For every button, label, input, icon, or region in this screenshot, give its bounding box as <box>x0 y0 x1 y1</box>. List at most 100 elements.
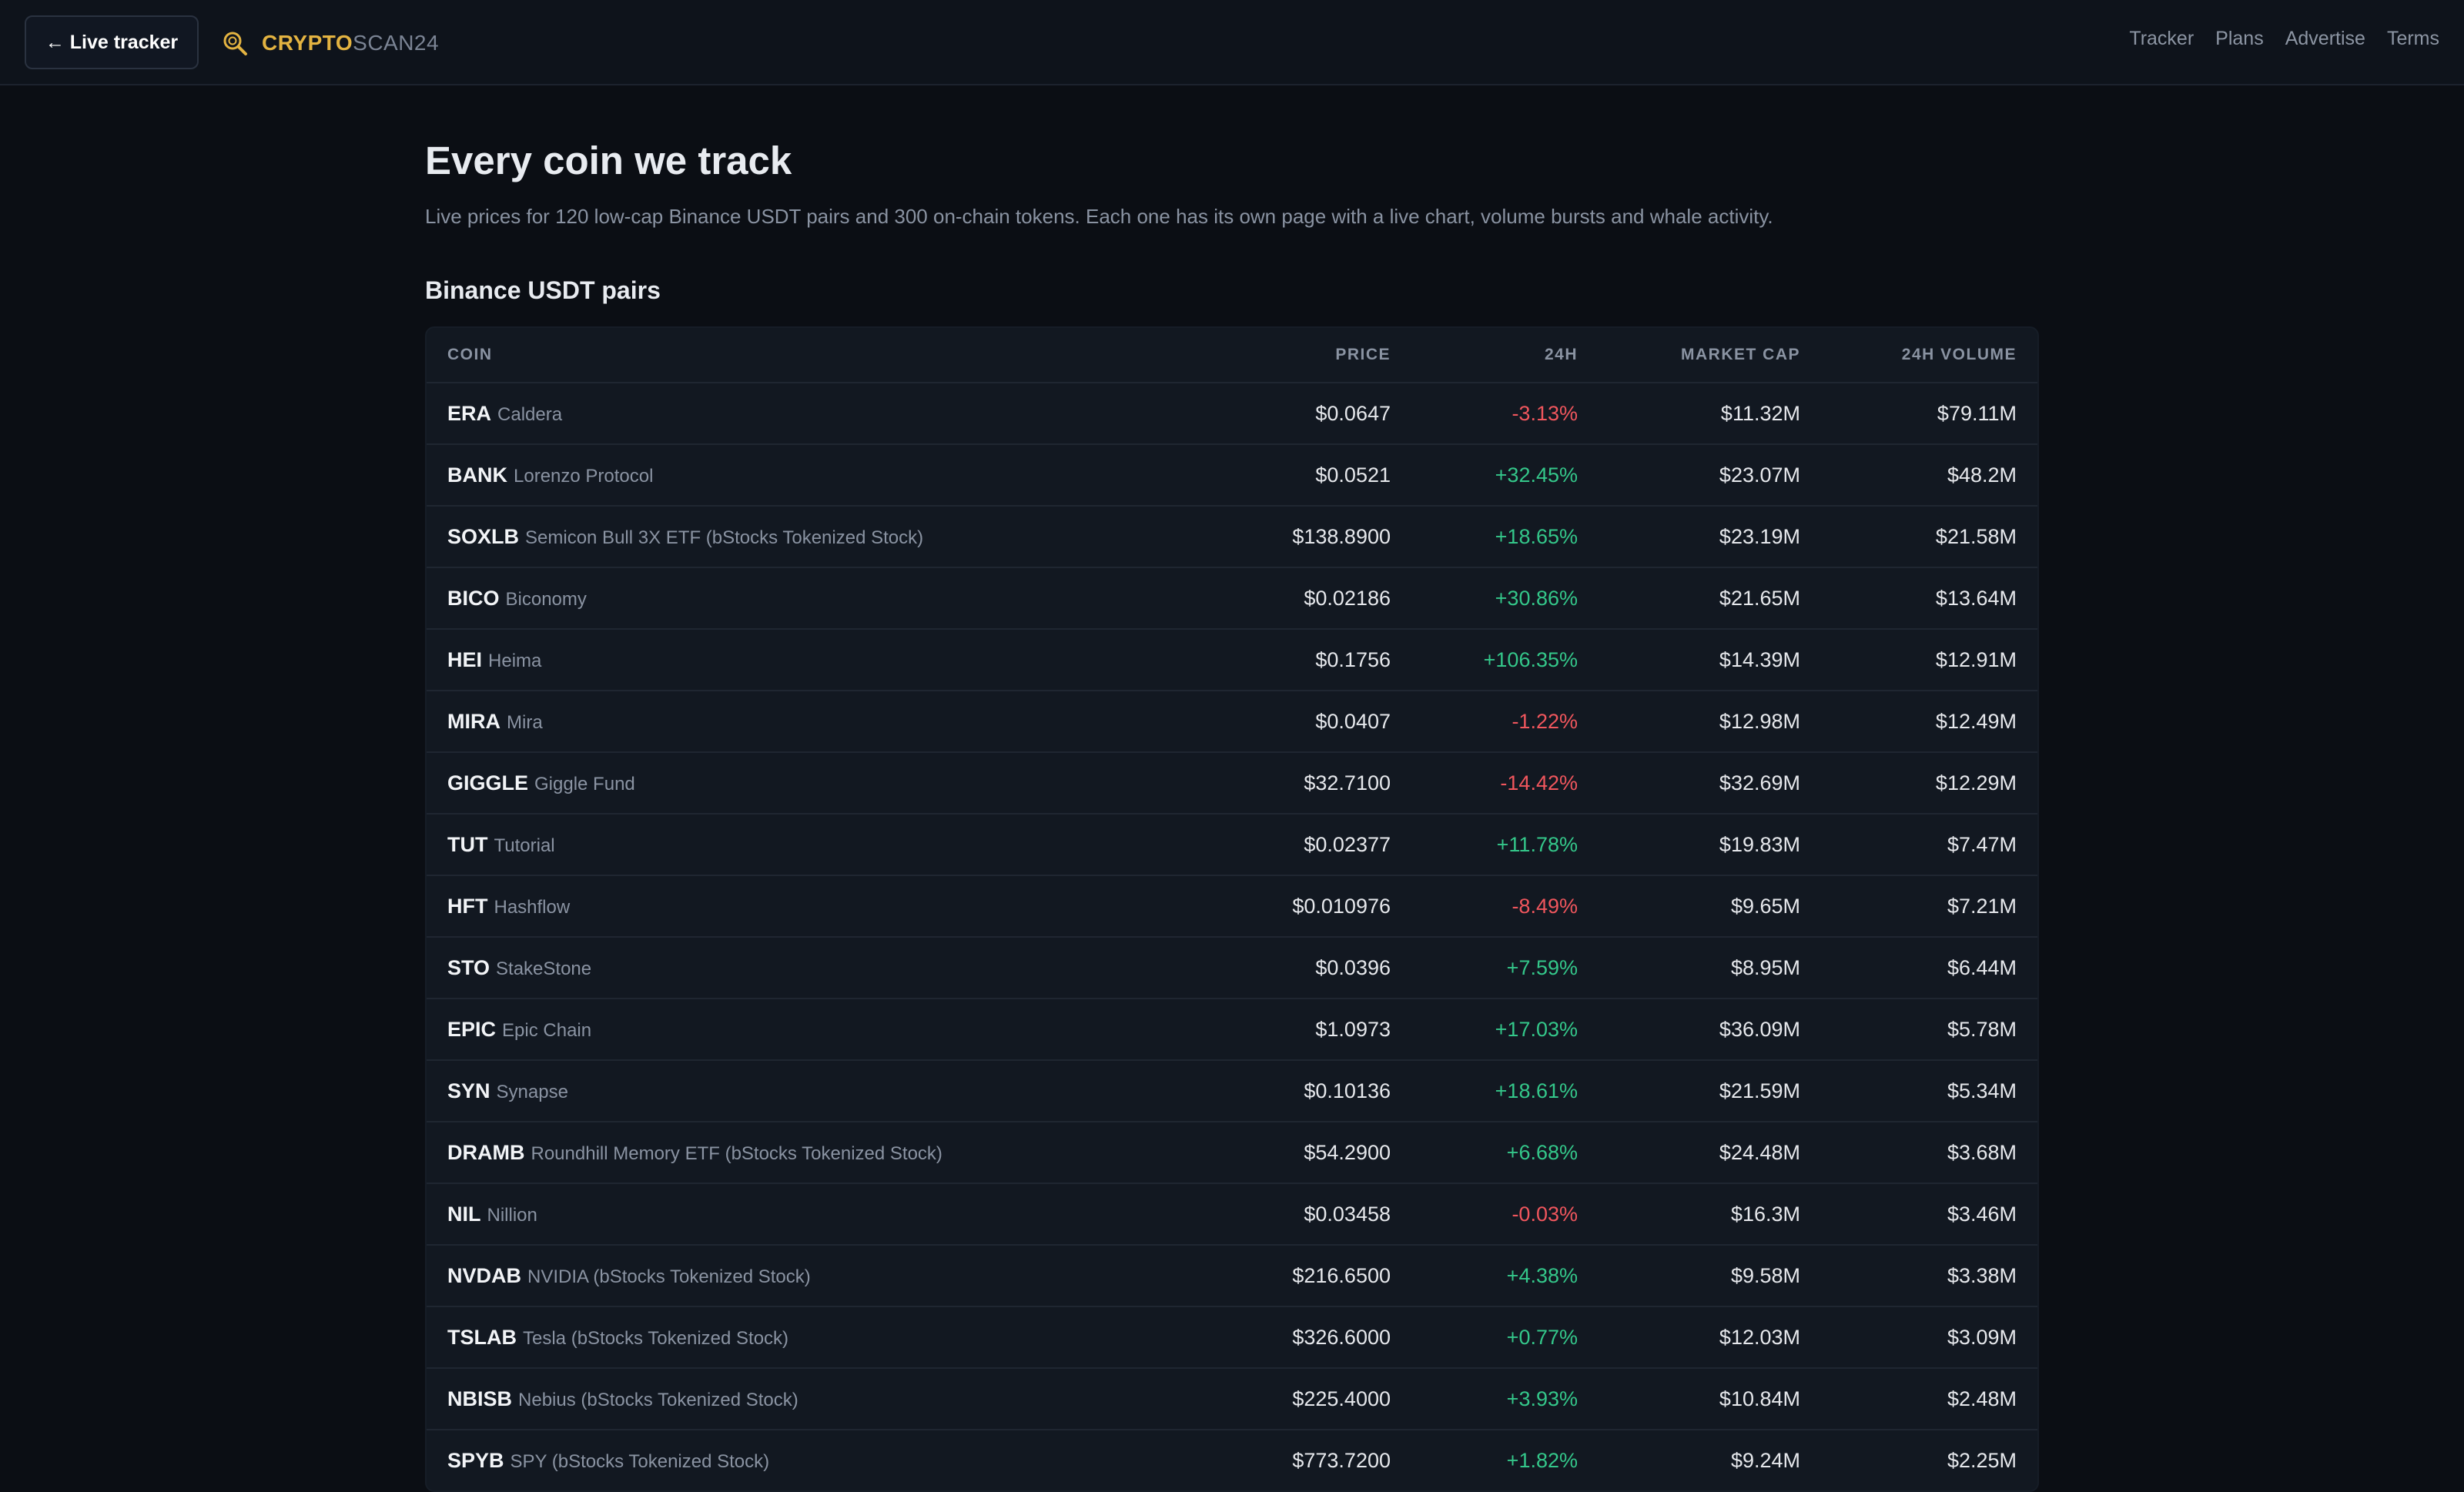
market-cap-cell: $11.32M <box>1720 401 1800 425</box>
coin-symbol: SPYB <box>447 1448 504 1472</box>
coin-cell: TUT Tutorial <box>447 833 1190 857</box>
table-row[interactable]: BICO Biconomy $0.02186 +30.86% $21.65M $13.64… <box>427 567 2037 628</box>
volume-24h-cell: $2.25M <box>1947 1448 2017 1472</box>
volume-24h-cell: $79.11M <box>1937 401 2017 425</box>
coin-symbol: BANK <box>447 463 507 487</box>
column-header-price[interactable]: PRICE <box>1190 346 1391 364</box>
change-24h-cell: -3.13% <box>1512 401 1578 425</box>
nav-link-advertise[interactable]: Advertise <box>2285 28 2365 50</box>
change-24h-cell: -14.42% <box>1500 771 1578 795</box>
table-row[interactable]: ERA Caldera $0.0647 -3.13% $11.32M $79.11M <box>427 382 2037 443</box>
coin-symbol: EPIC <box>447 1017 497 1041</box>
market-cap-cell: $14.39M <box>1719 647 1800 671</box>
volume-24h-cell: $7.21M <box>1947 894 2017 918</box>
change-24h-cell: +7.59% <box>1506 955 1578 979</box>
market-cap-cell: $12.03M <box>1719 1325 1800 1349</box>
nav-link-tracker[interactable]: Tracker <box>2129 28 2194 50</box>
coin-cell: TSLAB Tesla (bStocks Tokenized Stock) <box>447 1326 1190 1350</box>
coin-cell: ERA Caldera <box>447 402 1190 426</box>
table-row[interactable]: NIL Nillion $0.03458 -0.03% $16.3M $3.46M <box>427 1183 2037 1244</box>
change-24h-cell: +1.82% <box>1506 1448 1578 1472</box>
change-24h-cell: +106.35% <box>1483 647 1578 671</box>
price-cell: $773.7200 <box>1292 1448 1391 1472</box>
top-bar: ← Live tracker CRYPTOSCAN24 Tracker Plan… <box>0 0 2464 85</box>
market-cap-cell: $32.69M <box>1719 771 1800 795</box>
price-cell: $1.0973 <box>1315 1017 1391 1041</box>
change-24h-cell: +18.65% <box>1495 524 1578 548</box>
coin-name: Lorenzo Protocol <box>514 465 654 487</box>
table-row[interactable]: SYN Synapse $0.10136 +18.61% $21.59M $5.34M <box>427 1059 2037 1121</box>
nav-link-plans[interactable]: Plans <box>2215 28 2264 50</box>
table-row[interactable]: STO StakeStone $0.0396 +7.59% $8.95M $6.44M <box>427 936 2037 998</box>
coin-cell: SPYB SPY (bStocks Tokenized Stock) <box>447 1449 1190 1473</box>
table-row[interactable]: HFT Hashflow $0.010976 -8.49% $9.65M $7.21M <box>427 875 2037 936</box>
nav-link-terms[interactable]: Terms <box>2387 28 2439 50</box>
table-row[interactable]: DRAMB Roundhill Memory ETF (bStocks Token… <box>427 1121 2037 1183</box>
table-row[interactable]: NVDAB NVIDIA (bStocks Tokenized Stock) $21… <box>427 1244 2037 1306</box>
table-row[interactable]: MIRA Mira $0.0407 -1.22% $12.98M $12.49M <box>427 690 2037 751</box>
coin-name: Hashflow <box>494 896 571 918</box>
coin-symbol: DRAMB <box>447 1140 525 1164</box>
back-button-label: ← Live tracker <box>45 31 179 53</box>
change-24h-cell: +3.93% <box>1506 1387 1578 1410</box>
live-tracker-back-button[interactable]: ← Live tracker <box>25 15 199 69</box>
coin-name: Mira <box>507 711 543 733</box>
market-cap-cell: $23.07M <box>1719 463 1800 487</box>
table-row[interactable]: EPIC Epic Chain $1.0973 +17.03% $36.09M $5.78… <box>427 998 2037 1059</box>
volume-24h-cell: $12.29M <box>1935 771 2017 795</box>
coins-table: COIN PRICE 24H MARKET CAP 24H VOLUME ERA… <box>425 326 2039 1492</box>
table-body: ERA Caldera $0.0647 -3.13% $11.32M $79.11M BAN… <box>427 382 2037 1490</box>
column-header-24h[interactable]: 24H <box>1391 346 1578 364</box>
price-cell: $0.0521 <box>1315 463 1391 487</box>
table-row[interactable]: BANK Lorenzo Protocol $0.0521 +32.45% $23.07… <box>427 443 2037 505</box>
coin-name: Caldera <box>497 403 563 425</box>
coin-name: Synapse <box>496 1081 568 1102</box>
price-cell: $0.0647 <box>1315 401 1391 425</box>
brand-name-light: SCAN24 <box>353 31 440 55</box>
coin-name: Tutorial <box>494 835 555 856</box>
price-cell: $54.2900 <box>1304 1140 1391 1164</box>
table-row[interactable]: SOXLB Semicon Bull 3X ETF (bStocks Tokeni… <box>427 505 2037 567</box>
volume-24h-cell: $3.46M <box>1947 1202 2017 1226</box>
market-cap-cell: $9.24M <box>1730 1448 1800 1472</box>
market-cap-cell: $10.84M <box>1719 1387 1800 1410</box>
price-cell: $138.8900 <box>1292 524 1391 548</box>
market-cap-cell: $9.65M <box>1730 894 1800 918</box>
change-24h-cell: -1.22% <box>1512 709 1578 733</box>
column-header-market-cap[interactable]: MARKET CAP <box>1578 346 1800 364</box>
price-cell: $326.6000 <box>1292 1325 1391 1349</box>
volume-24h-cell: $12.91M <box>1935 647 2017 671</box>
coin-cell: DRAMB Roundhill Memory ETF (bStocks Token… <box>447 1141 1190 1165</box>
market-cap-cell: $16.3M <box>1730 1202 1800 1226</box>
price-cell: $0.02186 <box>1304 586 1391 610</box>
coin-symbol: MIRA <box>447 709 500 733</box>
change-24h-cell: -8.49% <box>1512 894 1578 918</box>
brand-logo[interactable]: CRYPTOSCAN24 <box>222 28 439 59</box>
table-row[interactable]: NBISB Nebius (bStocks Tokenized Stock) $22… <box>427 1367 2037 1429</box>
table-row[interactable]: TSLAB Tesla (bStocks Tokenized Stock) $326… <box>427 1306 2037 1367</box>
volume-24h-cell: $48.2M <box>1947 463 2017 487</box>
table-row[interactable]: SPYB SPY (bStocks Tokenized Stock) $773.72… <box>427 1429 2037 1490</box>
price-cell: $0.0396 <box>1315 955 1391 979</box>
coin-symbol: GIGGLE <box>447 771 529 795</box>
coin-name: NVIDIA (bStocks Tokenized Stock) <box>527 1266 811 1287</box>
table-row[interactable]: HEI Heima $0.1756 +106.35% $14.39M $12.91M <box>427 628 2037 690</box>
price-cell: $0.10136 <box>1304 1079 1391 1102</box>
main-content: Every coin we track Live prices for 120 … <box>425 85 2039 1492</box>
column-header-coin[interactable]: COIN <box>447 346 1190 364</box>
table-row[interactable]: TUT Tutorial $0.02377 +11.78% $19.83M $7.47M <box>427 813 2037 875</box>
column-header-24h-volume[interactable]: 24H VOLUME <box>1800 346 2017 364</box>
price-cell: $0.0407 <box>1315 709 1391 733</box>
market-cap-cell: $21.65M <box>1719 586 1800 610</box>
coin-cell: BANK Lorenzo Protocol <box>447 463 1190 487</box>
coin-cell: STO StakeStone <box>447 956 1190 980</box>
change-24h-cell: +4.38% <box>1506 1263 1578 1287</box>
market-cap-cell: $9.58M <box>1730 1263 1800 1287</box>
table-row[interactable]: GIGGLE Giggle Fund $32.7100 -14.42% $32.69M $… <box>427 751 2037 813</box>
volume-24h-cell: $3.68M <box>1947 1140 2017 1164</box>
market-cap-cell: $21.59M <box>1719 1079 1800 1102</box>
brand-name: CRYPTOSCAN24 <box>262 31 439 55</box>
table-header-row: COIN PRICE 24H MARKET CAP 24H VOLUME <box>427 328 2037 382</box>
coin-symbol: HEI <box>447 647 483 671</box>
coin-symbol: HFT <box>447 894 488 918</box>
